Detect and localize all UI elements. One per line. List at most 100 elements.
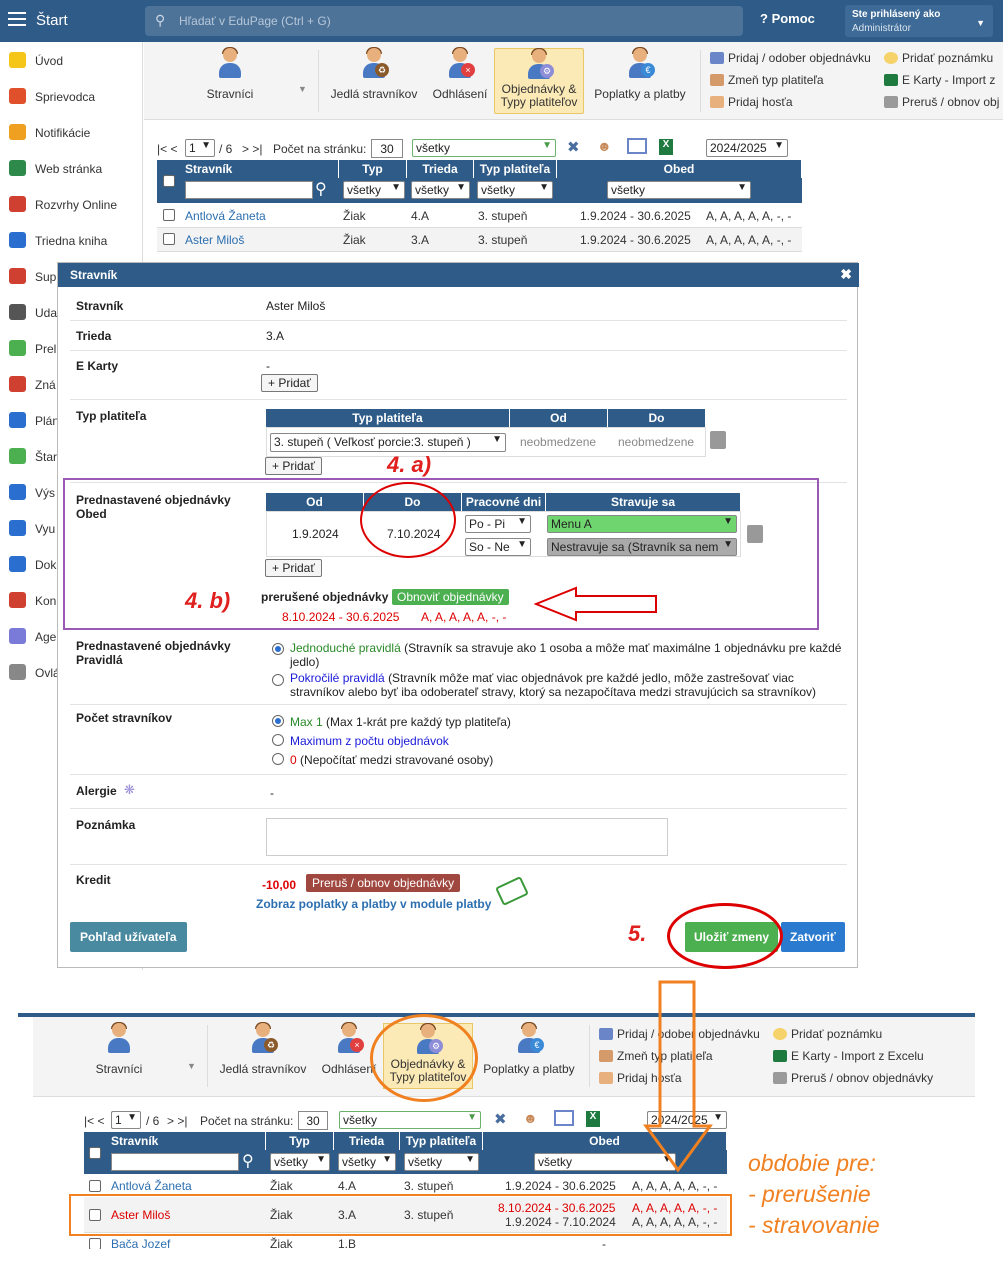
user-icon	[106, 1022, 132, 1053]
per-page-input[interactable]: 30	[298, 1111, 328, 1130]
search-input[interactable]: ⚲ Hľadať v EduPage (Ctrl + G)	[145, 6, 743, 36]
ribbon-stravnici[interactable]: Stravníci	[83, 1022, 155, 1089]
per-page-input[interactable]: 30	[371, 139, 403, 158]
tools-icon[interactable]: ✖	[494, 1110, 507, 1128]
sidebar-icon	[9, 268, 26, 284]
sidebar-item[interactable]: Rozvrhy Online	[0, 186, 143, 222]
typ-platitela-select[interactable]: 3. stupeň ( Veľkosť porcie:3. stupeň ) ▼	[270, 433, 506, 452]
ribbon-objednavky[interactable]: ⚙ Objednávky & Typy platiteľov	[494, 48, 584, 114]
ribbon-stravnici[interactable]: Stravníci	[194, 47, 266, 114]
pocet-max-radio[interactable]	[272, 734, 284, 746]
stravnik-link[interactable]: Antlová Žaneta	[185, 209, 266, 223]
platitel-filter[interactable]: všetky ▼	[477, 181, 553, 199]
row-checkbox[interactable]	[163, 233, 175, 245]
typ-filter[interactable]: všetky ▼	[343, 181, 405, 199]
col-obed[interactable]: Obed	[557, 160, 802, 178]
action-ekarty-import[interactable]: E Karty - Import z	[884, 73, 995, 87]
table-icon[interactable]	[627, 138, 647, 154]
search-icon[interactable]: ⚲	[315, 179, 327, 199]
stravnik-link[interactable]: Aster Miloš	[185, 233, 244, 247]
obnovit-button[interactable]: Obnoviť objednávky	[392, 589, 509, 605]
page-select[interactable]: 1 ▼	[111, 1111, 141, 1129]
ribbon-poplatky[interactable]: € Poplatky a platby	[590, 47, 690, 114]
action-zmen-typ[interactable]: Zmeň typ platiteľa	[710, 73, 824, 87]
user-settings-icon[interactable]: ☻	[523, 1110, 538, 1126]
prerus-button[interactable]: Preruš / obnov objednávky	[306, 874, 461, 892]
ribbon-odhlasenie[interactable]: × Odhlásení	[428, 47, 492, 114]
action-ekarty-import[interactable]: E Karty - Import z Excelu	[773, 1049, 924, 1063]
close-icon[interactable]: ✖	[840, 266, 852, 283]
col-typ-platitela[interactable]: Typ platiteľa	[474, 160, 557, 178]
ribbon-jedla[interactable]: ♻ Jedlá stravníkov	[328, 47, 420, 114]
user-menu[interactable]: Ste prihlásený ako Administrátor ▼	[845, 5, 993, 37]
poznamka-textarea[interactable]	[266, 818, 668, 856]
pocet-max1-radio[interactable]	[272, 715, 284, 727]
obed-filter[interactable]: všetky ▼	[607, 181, 751, 199]
add-ekarta-button[interactable]: + Pridať	[261, 374, 318, 392]
sidebar-icon	[9, 232, 26, 248]
sidebar-item[interactable]: Web stránka	[0, 150, 143, 186]
table-row[interactable]: Bača Jozef Žiak 1.B -	[84, 1234, 727, 1250]
year-select[interactable]: 2024/2025 ▼	[706, 139, 788, 157]
row-checkbox[interactable]	[163, 209, 175, 221]
action-prerus-obnov[interactable]: Preruš / obnov objednávky	[773, 1071, 933, 1085]
menu-select-2[interactable]: Nestravuje sa (Stravník sa nem ▼	[547, 538, 737, 556]
zatvorit-button[interactable]: Zatvoriť	[781, 922, 845, 952]
action-prerus-obnov[interactable]: Preruš / obnov obj	[884, 95, 999, 109]
rule-advanced-radio[interactable]	[272, 674, 284, 686]
dropdown-arrow-icon[interactable]: ▼	[298, 84, 307, 94]
trash-icon[interactable]	[747, 525, 763, 543]
name-filter-input[interactable]	[185, 181, 313, 199]
table-row[interactable]: Aster Miloš Žiak 3.A 3. stupeň 1.9.2024 …	[157, 228, 802, 252]
table-row[interactable]: Antlová Žaneta Žiak 4.A 3. stupeň 1.9.20…	[84, 1176, 727, 1196]
ribbon-jedla[interactable]: ♻ Jedlá stravníkov	[217, 1022, 309, 1089]
select-all-checkbox[interactable]	[163, 175, 175, 187]
col-stravnik[interactable]: Stravník	[181, 160, 339, 178]
filter-select[interactable]: všetky ▼	[412, 139, 556, 157]
add-typ-button[interactable]: + Pridať	[265, 457, 322, 475]
table-row[interactable]: Antlová Žaneta Žiak 4.A 3. stupeň 1.9.20…	[157, 204, 802, 228]
add-pred-button[interactable]: + Pridať	[265, 559, 322, 577]
rule-simple-radio[interactable]	[272, 643, 284, 655]
menu-icon[interactable]	[8, 12, 26, 28]
select-all-checkbox[interactable]	[89, 1147, 101, 1159]
action-pridaj-objednavku[interactable]: Pridaj / odober objednávku	[710, 51, 871, 65]
search-icon[interactable]: ⚲	[242, 1151, 254, 1171]
tools-icon[interactable]: ✖	[567, 138, 587, 156]
sidebar-item[interactable]: Úvod	[0, 42, 143, 78]
dropdown-arrow-icon[interactable]: ▼	[187, 1061, 196, 1071]
name-filter-input[interactable]	[111, 1153, 239, 1171]
action-pridaj-hosta[interactable]: Pridaj hosťa	[710, 95, 793, 109]
ribbon-poplatky[interactable]: € Poplatky a platby	[479, 1022, 579, 1089]
trieda-filter[interactable]: všetky ▼	[411, 181, 470, 199]
user-settings-icon[interactable]: ☻	[597, 138, 619, 156]
start-link[interactable]: Štart	[36, 12, 68, 29]
sidebar-icon	[9, 412, 26, 428]
allergy-icon[interactable]: ❋	[124, 782, 135, 798]
pager-prev[interactable]: <	[170, 142, 177, 156]
stravnik-dialog: Stravník ✖ Stravník Aster Miloš Trieda 3…	[57, 262, 859, 968]
action-pridat-poznamku[interactable]: Pridať poznámku	[884, 51, 993, 65]
menu-select-1[interactable]: Menu A ▼	[547, 515, 737, 533]
page-select[interactable]: 1 ▼	[185, 139, 215, 157]
sidebar-item[interactable]: Triedna kniha	[0, 222, 143, 258]
zobraz-platby-link[interactable]: Zobraz poplatky a platby v module platby	[256, 897, 491, 911]
table-icon[interactable]	[554, 1110, 574, 1126]
pager-first[interactable]: |<	[157, 142, 167, 156]
sidebar-icon	[9, 196, 26, 212]
days-select-2[interactable]: So - Ne ▼	[465, 538, 531, 556]
pocet-zero-radio[interactable]	[272, 753, 284, 765]
sidebar-item[interactable]: Notifikácie	[0, 114, 143, 150]
help-link[interactable]: ? Pomoc	[760, 11, 815, 26]
pohlad-button[interactable]: Pohľad užívateľa	[70, 922, 187, 952]
col-trieda[interactable]: Trieda	[407, 160, 474, 178]
filter-select[interactable]: všetky ▼	[339, 1111, 481, 1129]
excel-icon[interactable]: X	[659, 139, 673, 155]
days-select-1[interactable]: Po - Pi ▼	[465, 515, 531, 533]
sidebar-item[interactable]: Sprievodca	[0, 78, 143, 114]
excel-icon[interactable]: X	[586, 1111, 600, 1127]
col-typ[interactable]: Typ	[339, 160, 407, 178]
action-pridat-poznamku[interactable]: Pridať poznámku	[773, 1027, 882, 1041]
top-bar: Štart ⚲ Hľadať v EduPage (Ctrl + G) ? Po…	[0, 0, 1003, 42]
trash-icon[interactable]	[710, 431, 726, 449]
